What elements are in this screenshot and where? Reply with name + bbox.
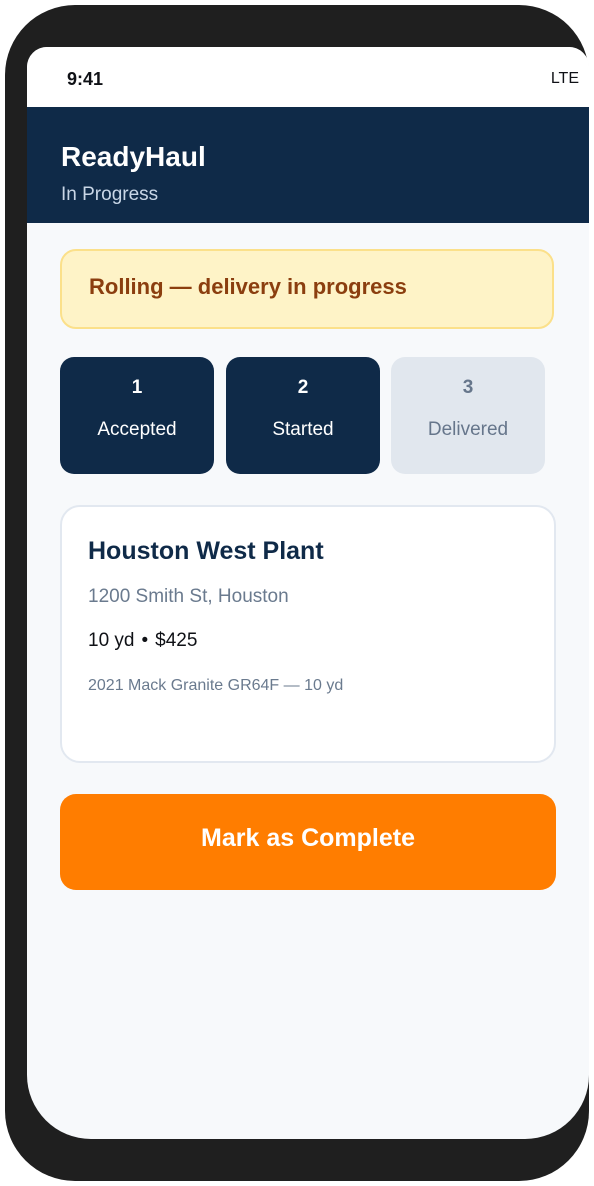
step-label: Accepted	[97, 419, 177, 440]
status-time: 9:41	[67, 69, 104, 89]
plant-name: Houston West Plant	[88, 537, 324, 565]
job-card: Houston West Plant 1200 Smith St, Housto…	[60, 505, 556, 763]
mark-complete-button[interactable]: Mark as Complete	[60, 794, 556, 890]
step-number: 2	[297, 377, 309, 398]
truck-info: 2021 Mack Granite GR64F — 10 yd	[88, 677, 344, 694]
load-quantity: 10 yd	[88, 630, 135, 651]
network-indicator: LTE	[550, 70, 579, 87]
step-number: 3	[462, 377, 474, 398]
step-accepted: 1 Accepted	[60, 357, 214, 474]
plant-address: 1200 Smith St, Houston	[88, 586, 289, 607]
step-label: Started	[272, 419, 334, 440]
job-summary: 10 yd • $425	[88, 630, 197, 652]
app-header: ReadyHaul In Progress	[27, 107, 589, 223]
app-screen: 9:41 LTE ReadyHaul In Progress Rolling —…	[27, 47, 589, 1139]
phone-frame: 9:41 LTE ReadyHaul In Progress Rolling —…	[5, 5, 589, 1181]
status-banner-text: Rolling — delivery in progress	[89, 274, 407, 299]
mark-complete-label: Mark as Complete	[201, 824, 415, 852]
order-status-subtitle: In Progress	[61, 184, 159, 205]
step-started: 2 Started	[226, 357, 380, 474]
status-banner: Rolling — delivery in progress	[60, 249, 554, 329]
step-label: Delivered	[427, 419, 509, 440]
step-number: 1	[131, 377, 143, 398]
bullet-separator: •	[141, 630, 149, 651]
step-delivered: 3 Delivered	[391, 357, 545, 474]
app-title: ReadyHaul	[61, 141, 206, 172]
status-bar: 9:41 LTE	[27, 47, 589, 107]
job-price: $425	[155, 630, 198, 651]
